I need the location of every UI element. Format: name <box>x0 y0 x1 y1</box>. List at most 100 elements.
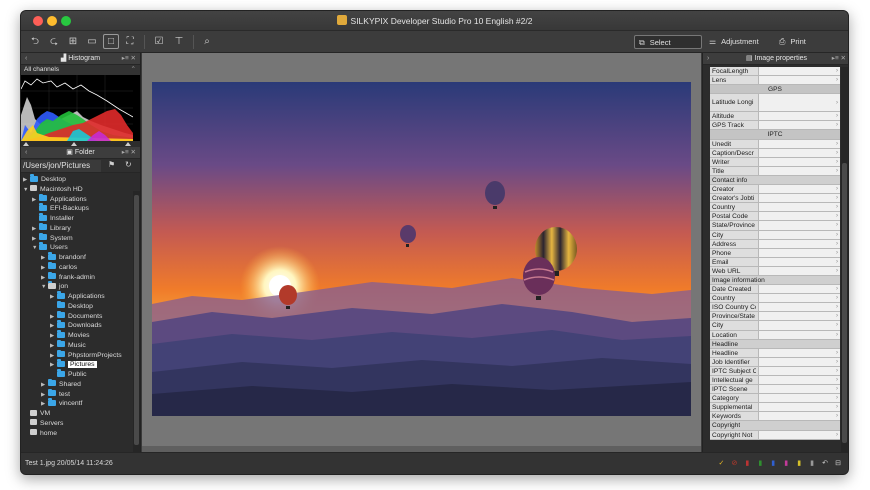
folder-tree-scrollbar[interactable] <box>133 191 140 454</box>
property-row[interactable]: Supplemental <box>710 403 840 412</box>
property-row[interactable]: Title <box>710 166 840 176</box>
property-row[interactable]: Caption/Descr <box>710 148 840 158</box>
property-row[interactable]: Email <box>710 257 840 267</box>
property-value-field[interactable] <box>758 94 840 112</box>
property-value-field[interactable] <box>758 185 840 194</box>
property-row[interactable]: ISO Country Co <box>710 303 840 312</box>
checkmark-icon[interactable]: ✓ <box>717 459 725 468</box>
folder-tree-item[interactable]: ▶ Pictures <box>21 359 140 370</box>
folder-tree-item[interactable]: ▼ jon <box>21 281 140 292</box>
property-row[interactable]: Lens <box>710 76 840 85</box>
property-value-field[interactable] <box>758 112 840 121</box>
property-row[interactable]: Job Identifier <box>710 357 840 367</box>
property-row[interactable]: Date Created <box>710 285 840 294</box>
panel-menu-icon[interactable]: ▸≡ ✕ <box>122 53 136 65</box>
folder-tree-item[interactable]: VM <box>21 409 140 419</box>
properties-scrollbar[interactable] <box>841 67 848 454</box>
folder-tree-item[interactable]: ▶ test <box>21 388 140 400</box>
property-value-field[interactable] <box>758 376 840 385</box>
property-value-field[interactable] <box>758 139 840 149</box>
property-row[interactable]: Web URL <box>710 266 840 276</box>
property-row[interactable]: Address <box>710 239 840 249</box>
checkbox-mark-icon[interactable]: ☑ <box>151 34 167 49</box>
folder-path-input[interactable]: /Users/jon/Pictures <box>21 160 101 172</box>
property-value-field[interactable] <box>758 266 840 276</box>
property-row[interactable]: Intellectual ge <box>710 376 840 385</box>
property-value-field[interactable] <box>758 121 840 131</box>
property-value-field[interactable] <box>758 239 840 249</box>
delete-icon[interactable]: ⊟ <box>834 459 842 468</box>
folder-tree-item[interactable]: ▶ brandonf <box>21 252 140 263</box>
collapse-right-icon[interactable]: › <box>707 53 709 65</box>
property-value-field[interactable] <box>758 166 840 176</box>
folder-tree-item[interactable]: ▶ Movies <box>21 330 140 341</box>
property-value-field[interactable] <box>758 285 840 294</box>
property-value-field[interactable] <box>758 385 840 394</box>
property-value-field[interactable] <box>758 221 840 231</box>
property-row[interactable]: FocalLength <box>710 67 840 76</box>
property-row[interactable]: Postal Code <box>710 212 840 222</box>
scrollbar-thumb[interactable] <box>134 195 139 445</box>
property-row[interactable]: IPTC Subject C <box>710 366 840 376</box>
midpoint-handle[interactable] <box>71 142 77 146</box>
refresh-icon[interactable]: ↻ <box>125 160 132 169</box>
property-row[interactable]: Creator's Jobti <box>710 194 840 203</box>
property-value-field[interactable] <box>758 394 840 403</box>
property-value-field[interactable] <box>758 357 840 367</box>
property-value-field[interactable] <box>758 430 840 440</box>
label-blue-icon[interactable]: ▮ <box>769 459 777 468</box>
property-value-field[interactable] <box>758 403 840 412</box>
grid-view-icon[interactable]: ⊞ <box>65 34 81 49</box>
panel-menu-icon[interactable]: ▸≡ ✕ <box>122 147 136 159</box>
property-value-field[interactable] <box>758 303 840 312</box>
black-point-handle[interactable] <box>23 142 29 146</box>
property-value-field[interactable] <box>758 312 840 322</box>
straighten-tool-icon[interactable]: ⊤ <box>171 34 187 49</box>
white-point-handle[interactable] <box>125 142 131 146</box>
property-row[interactable]: Location <box>710 330 840 340</box>
print-tab-button[interactable]: ⎙ Print <box>779 35 806 49</box>
folder-tree-item[interactable]: ▶ Documents <box>21 310 140 322</box>
property-value-field[interactable] <box>758 348 840 358</box>
folder-tree-item[interactable]: ▶ carlos <box>21 261 140 273</box>
property-row[interactable]: Province/State <box>710 312 840 322</box>
undo-icon[interactable]: ↶ <box>821 459 829 468</box>
redo-arrow-icon[interactable]: ⮎ <box>46 34 62 49</box>
property-value-field[interactable] <box>758 257 840 267</box>
property-value-field[interactable] <box>758 412 840 422</box>
property-value-field[interactable] <box>758 230 840 240</box>
image-viewer[interactable] <box>142 53 701 454</box>
property-row[interactable]: City <box>710 321 840 331</box>
property-row[interactable]: Altitude <box>710 112 840 121</box>
property-row[interactable]: Latitude Longi <box>710 94 840 113</box>
property-row[interactable]: GPS Track <box>710 121 840 131</box>
scrollbar-thumb[interactable] <box>842 163 847 443</box>
folder-tree-item[interactable]: ▶ vincentf <box>21 398 140 409</box>
collapse-left-icon[interactable]: ‹ <box>25 53 27 65</box>
property-row[interactable]: Unedit <box>710 139 840 149</box>
property-row[interactable]: Country <box>710 203 840 212</box>
folder-tree-item[interactable]: Servers <box>21 419 140 429</box>
property-row[interactable]: Keywords <box>710 412 840 422</box>
property-value-field[interactable] <box>758 157 840 167</box>
folder-tree-item[interactable]: ▶ Applications <box>21 291 140 302</box>
property-row[interactable]: State/Province <box>710 221 840 231</box>
folder-tree-item[interactable]: ▶ Desktop <box>21 174 140 185</box>
property-value-field[interactable] <box>758 203 840 212</box>
folder-tree-item[interactable]: ▶ frank-admin <box>21 271 140 283</box>
reject-icon[interactable]: ⊘ <box>730 459 738 468</box>
property-value-field[interactable] <box>758 294 840 303</box>
folder-tree-item[interactable]: ▶ Shared <box>21 378 140 390</box>
label-red-icon[interactable]: ▮ <box>743 459 751 468</box>
folder-tree-item[interactable]: Desktop <box>21 300 140 312</box>
property-value-field[interactable] <box>758 194 840 203</box>
property-value-field[interactable] <box>758 76 840 85</box>
label-yellow-icon[interactable]: ▮ <box>795 459 803 468</box>
property-value-field[interactable] <box>758 212 840 222</box>
bookmark-icon[interactable]: ⚑ <box>108 160 115 169</box>
label-green-icon[interactable]: ▮ <box>756 459 764 468</box>
undo-arrow-icon[interactable]: ⮌ <box>27 34 43 49</box>
panel-menu-icon[interactable]: ▸≡ ✕ <box>832 53 846 65</box>
property-value-field[interactable] <box>758 330 840 340</box>
property-value-field[interactable] <box>758 67 840 76</box>
